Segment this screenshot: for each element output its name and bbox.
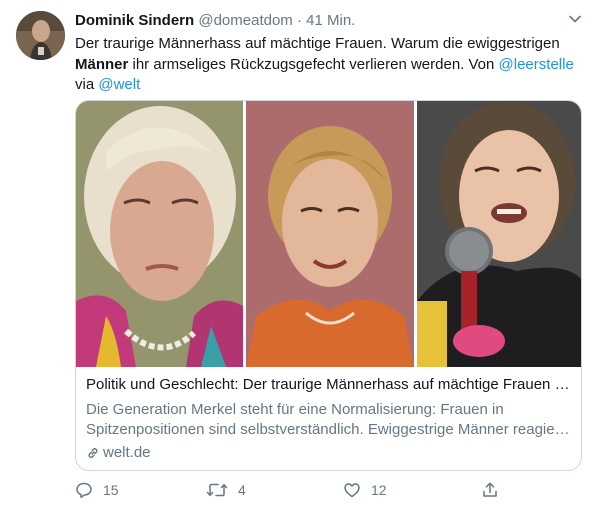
tweet-text-part2: ihr armseliges Rückzugsgefecht verlieren… — [128, 55, 499, 73]
retweet-button[interactable]: 4 — [206, 481, 246, 499]
card-photo-1 — [76, 101, 243, 367]
tweet-text-part1: Der traurige Männerhass auf mächtige Fra… — [75, 35, 560, 52]
chevron-down-icon[interactable] — [568, 12, 582, 26]
card-image — [76, 101, 581, 367]
author-handle[interactable]: @domeatdom — [198, 12, 292, 29]
tweet-text-bold: Männer — [75, 55, 129, 73]
tweet-header: Dominik Sindern @domeatdom · 41 Min. — [75, 11, 355, 31]
card-domain: welt.de — [86, 443, 571, 463]
card-title[interactable]: Politik und Geschlecht: Der traurige Män… — [86, 375, 571, 395]
tweet-actions: 15 4 12 — [75, 481, 505, 503]
avatar[interactable] — [16, 11, 65, 60]
reply-button[interactable]: 15 — [75, 481, 119, 499]
reply-icon — [76, 482, 92, 499]
card-photo-2 — [246, 101, 414, 367]
like-count: 12 — [371, 482, 387, 498]
card-description-line1: Die Generation Merkel steht für eine Nor… — [86, 401, 504, 418]
retweet-icon — [206, 483, 228, 497]
card-photo-3 — [417, 101, 581, 367]
like-button[interactable]: 12 — [343, 481, 387, 499]
card-description: Die Generation Merkel steht für eine Nor… — [86, 400, 571, 440]
card-domain-text[interactable]: welt.de — [103, 443, 151, 463]
heart-icon — [344, 483, 360, 498]
card-description-line2: Spitzenpositionen sind selbstverständlic… — [86, 421, 571, 438]
tweet-text-part3: via — [75, 76, 99, 93]
share-icon — [483, 482, 497, 497]
retweet-count: 4 — [238, 482, 246, 498]
share-button[interactable] — [481, 481, 509, 499]
link-card[interactable]: Politik und Geschlecht: Der traurige Män… — [75, 100, 582, 471]
card-body: Politik und Geschlecht: Der traurige Män… — [86, 375, 571, 463]
mention-leerstelle[interactable]: @leerstelle — [499, 56, 574, 73]
tweet: Dominik Sindern @domeatdom · 41 Min. Der… — [0, 0, 598, 512]
author-name[interactable]: Dominik Sindern — [75, 12, 194, 29]
header-separator: · — [296, 12, 302, 29]
tweet-time[interactable]: 41 Min. — [306, 12, 355, 29]
reply-count: 15 — [103, 482, 119, 498]
tweet-text: Der traurige Männerhass auf mächtige Fra… — [75, 34, 575, 96]
link-icon — [88, 448, 98, 458]
mention-welt[interactable]: @welt — [98, 76, 140, 93]
